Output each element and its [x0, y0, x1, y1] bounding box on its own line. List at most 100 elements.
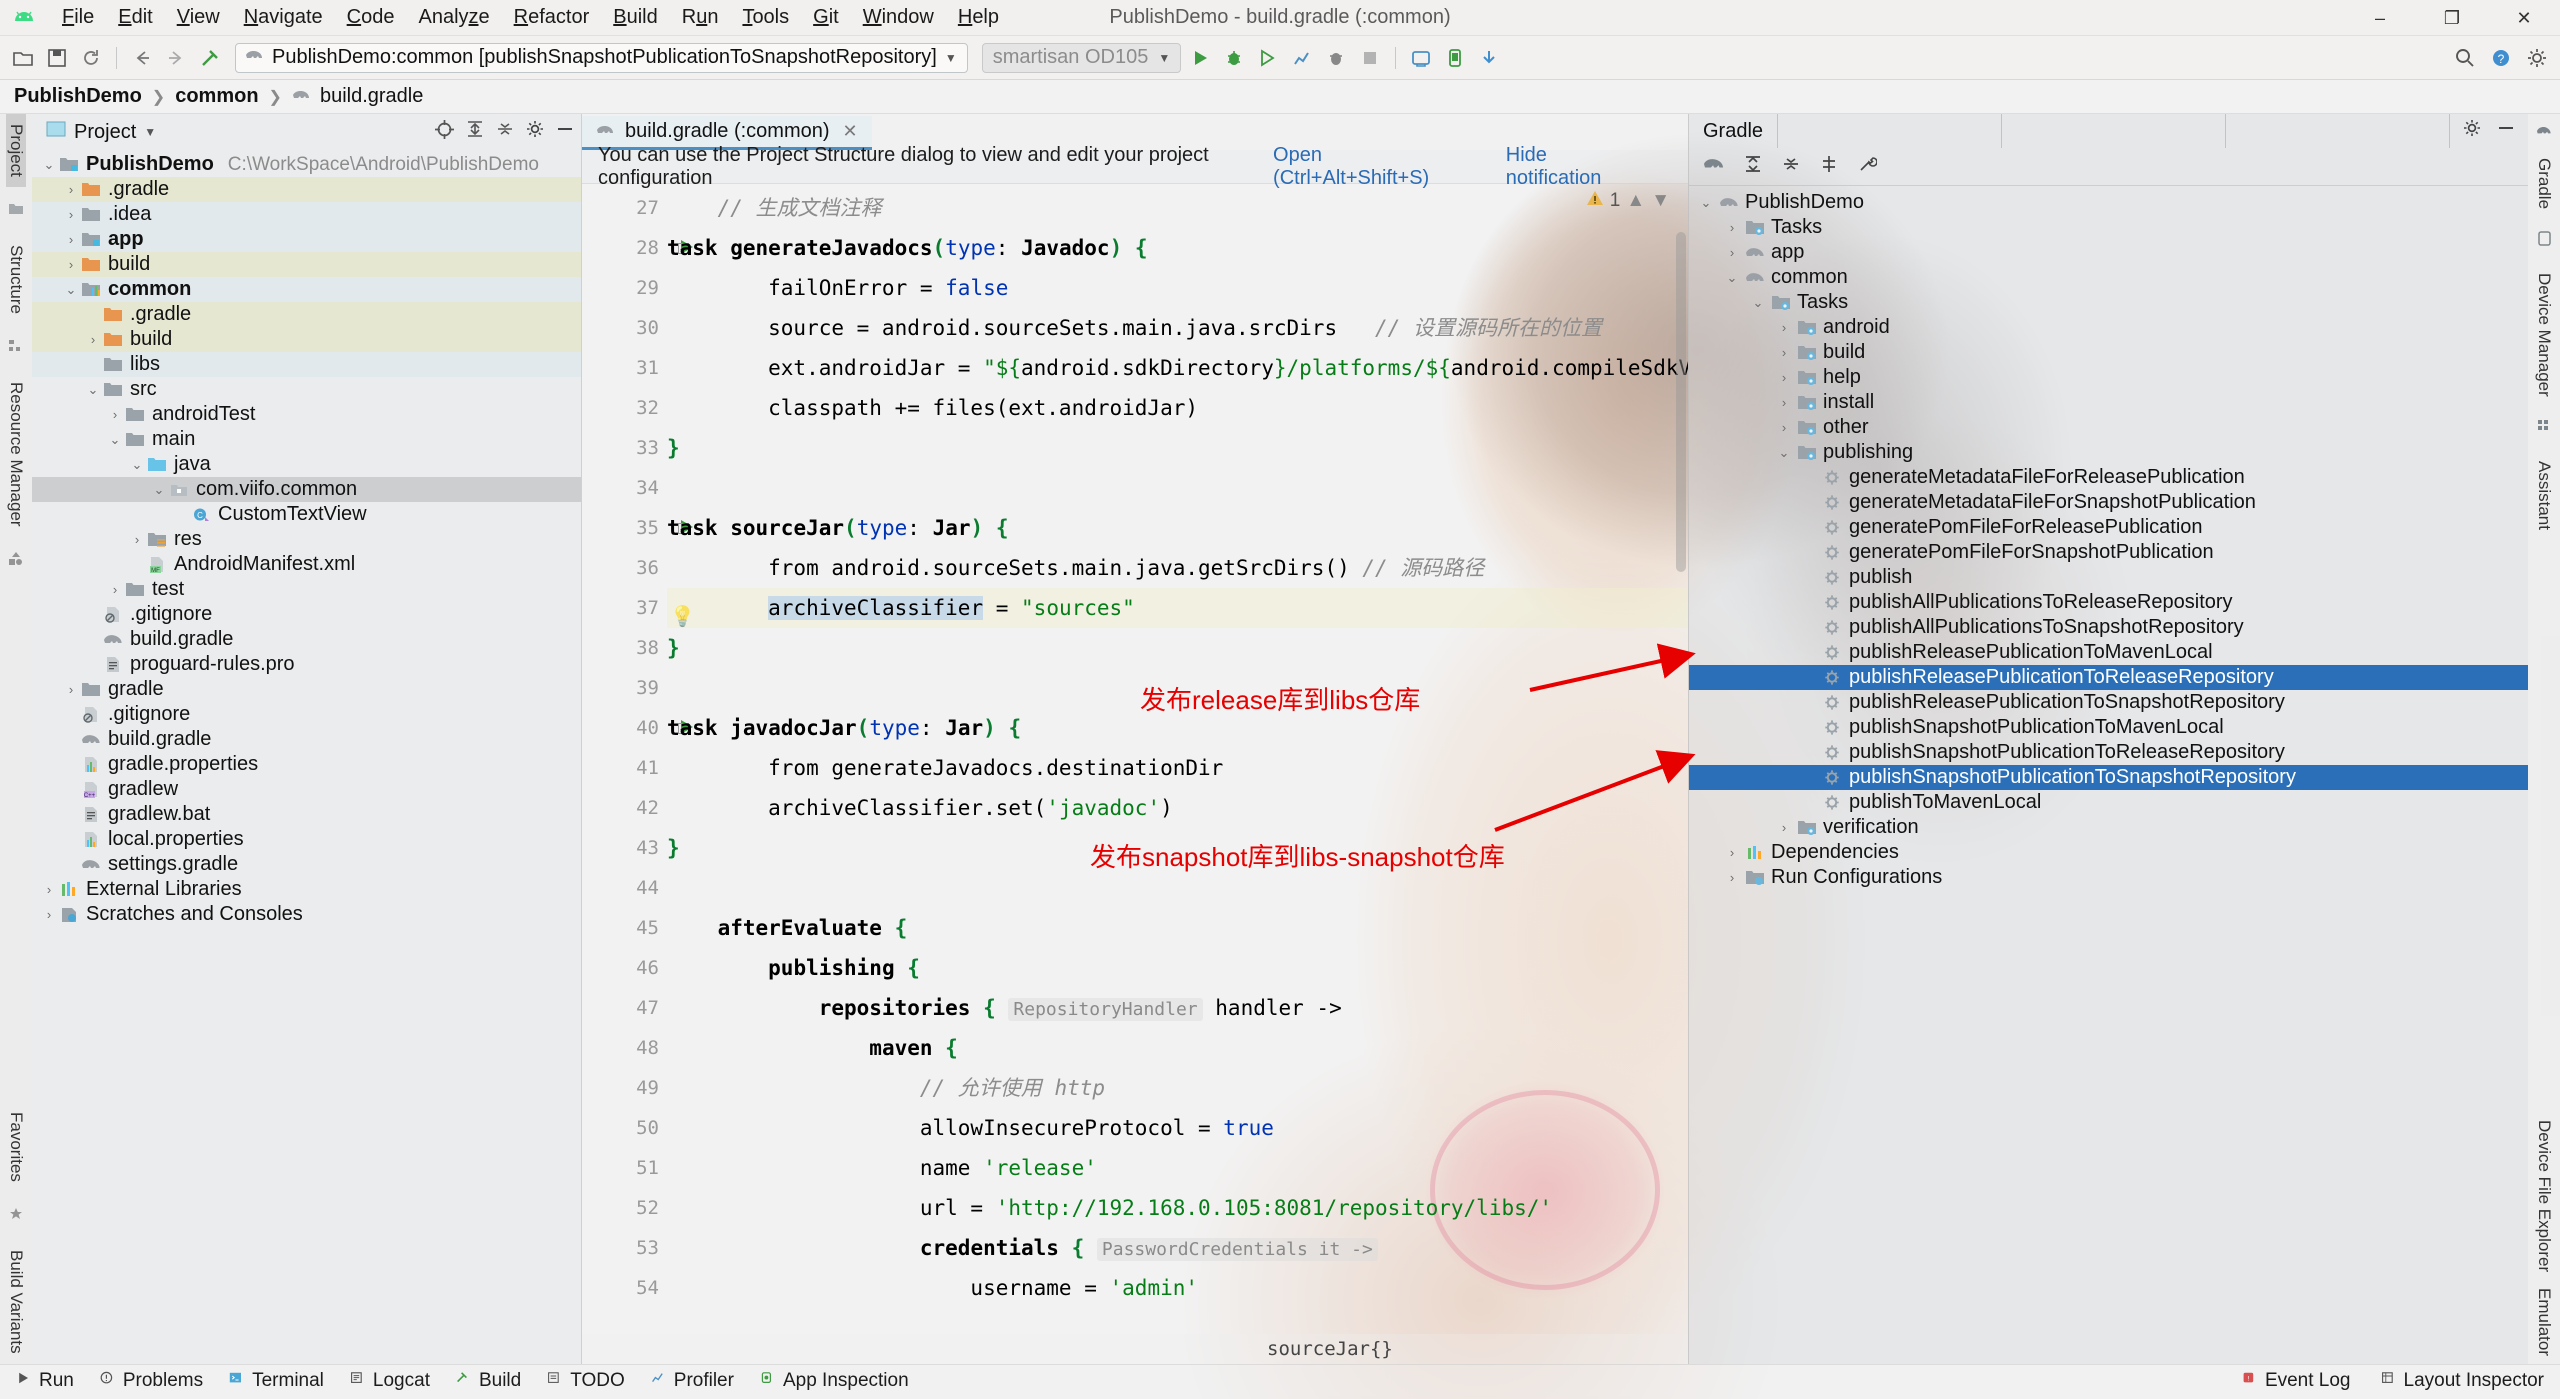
tool-tab-favorites[interactable]: Favorites [6, 1102, 26, 1192]
project-tree-item--gitignore[interactable]: .gitignore [32, 702, 581, 727]
wrench-icon[interactable] [1857, 154, 1878, 180]
project-tree-item-customtextview[interactable]: C CustomTextView [32, 502, 581, 527]
chevron-down-icon[interactable]: ▼ [1158, 51, 1170, 65]
project-tree-item-res[interactable]: › res [32, 527, 581, 552]
hide-panel-icon[interactable] [555, 119, 575, 145]
gradle-task-item-publishreleasepublicationtoreleaserepository[interactable]: publishReleasePublicationToReleaseReposi… [1689, 665, 2528, 690]
chevron-down-icon[interactable]: ⌄ [62, 282, 80, 298]
project-tree-item-main[interactable]: ⌄ main [32, 427, 581, 452]
project-tree-item-scratches-and-consoles[interactable]: › Scratches and Consoles [32, 902, 581, 927]
gradle-task-item-common[interactable]: ⌄ common [1689, 265, 2528, 290]
chevron-right-icon[interactable]: › [1773, 395, 1795, 410]
code-line-27[interactable]: // 生成文档注释 [667, 188, 1688, 228]
chevron-right-icon[interactable]: › [128, 532, 146, 547]
menu-window[interactable]: Window [851, 3, 946, 32]
chevron-right-icon[interactable]: › [1721, 870, 1743, 885]
chevron-down-icon[interactable]: ⌄ [150, 482, 168, 498]
chevron-down-icon[interactable]: ⌄ [1773, 445, 1795, 461]
code-line-53[interactable]: credentials { PasswordCredentials it -> [667, 1228, 1688, 1268]
tool-tab-assistant[interactable]: Assistant [2534, 453, 2554, 538]
expand-all-icon[interactable] [465, 119, 485, 145]
bottom-tab-problems[interactable]: Problems [100, 1370, 203, 1392]
gradle-task-item-publishallpublicationstosnapshotrepository[interactable]: publishAllPublicationsToSnapshotReposito… [1689, 615, 2528, 640]
chevron-down-icon[interactable]: ▼ [1651, 190, 1670, 212]
project-tree[interactable]: ⌄ PublishDemo C:\WorkSpace\Android\Publish… [32, 150, 581, 1364]
chevron-right-icon[interactable]: › [40, 882, 58, 897]
code-line-42[interactable]: archiveClassifier.set('javadoc') [667, 788, 1688, 828]
project-tree-item-settings-gradle[interactable]: settings.gradle [32, 852, 581, 877]
gradle-task-item-publishreleasepublicationtomavenlocal[interactable]: publishReleasePublicationToMavenLocal [1689, 640, 2528, 665]
code-line-52[interactable]: url = 'http://192.168.0.105:8081/reposit… [667, 1188, 1688, 1228]
project-tree-item-app[interactable]: › app [32, 227, 581, 252]
code-line-31[interactable]: ext.androidJar = "${android.sdkDirectory… [667, 348, 1688, 388]
gradle-task-item-publishallpublicationstoreleaserepository[interactable]: publishAllPublicationsToReleaseRepositor… [1689, 590, 2528, 615]
locate-icon[interactable] [434, 119, 455, 146]
window-maximize-button[interactable]: ❐ [2416, 0, 2488, 36]
project-tree-item-proguard-rules-pro[interactable]: proguard-rules.pro [32, 652, 581, 677]
sdk-manager-icon[interactable] [1406, 43, 1436, 73]
gradle-task-tree[interactable]: ⌄ PublishDemo › Tasks › app ⌄ common ⌄ Tasks › andr… [1689, 186, 2528, 1364]
build-hammer-icon[interactable] [195, 43, 225, 73]
code-line-35[interactable]: task sourceJar(type: Jar) { [667, 508, 1688, 548]
code-line-45[interactable]: afterEvaluate { [667, 908, 1688, 948]
chevron-right-icon[interactable]: › [1773, 420, 1795, 435]
tool-tab-emulator[interactable]: Emulator [2534, 1280, 2554, 1364]
project-tree-item--idea[interactable]: › .idea [32, 202, 581, 227]
chevron-down-icon[interactable]: ⌄ [1747, 295, 1769, 311]
chevron-right-icon[interactable]: › [106, 582, 124, 597]
project-tree-item-build-gradle[interactable]: build.gradle [32, 727, 581, 752]
open-folder-icon[interactable] [8, 43, 38, 73]
chevron-right-icon[interactable]: › [1721, 220, 1743, 235]
menu-build[interactable]: Build [601, 3, 669, 32]
filter-icon[interactable] [1819, 154, 1839, 180]
tool-tab-gradle[interactable]: Gradle [2534, 150, 2554, 217]
chevron-down-icon[interactable]: ⌄ [128, 457, 146, 473]
gradle-task-item-generatepomfileforsnapshotpublication[interactable]: generatePomFileForSnapshotPublication [1689, 540, 2528, 565]
forward-icon[interactable] [161, 43, 191, 73]
project-tree-item-androidtest[interactable]: › androidTest [32, 402, 581, 427]
chevron-right-icon[interactable]: › [62, 232, 80, 247]
chevron-down-icon[interactable]: ▼ [945, 51, 957, 65]
collapse-all-icon[interactable] [1781, 154, 1801, 180]
project-tree-item-androidmanifest-xml[interactable]: MF AndroidManifest.xml [32, 552, 581, 577]
code-line-33[interactable]: } [667, 428, 1688, 468]
menu-git[interactable]: Git [801, 3, 851, 32]
hide-notification-link[interactable]: Hide notification [1506, 144, 1636, 190]
chevron-right-icon[interactable]: › [1773, 820, 1795, 835]
project-tree-item--gitignore[interactable]: .gitignore [32, 602, 581, 627]
menu-analyze[interactable]: Analyze [406, 3, 501, 32]
project-tree-item-com-viifo-common[interactable]: ⌄ com.viifo.common [32, 477, 581, 502]
project-tree-item-test[interactable]: › test [32, 577, 581, 602]
chevron-down-icon[interactable]: ⌄ [106, 432, 124, 448]
gradle-task-item-publishsnapshotpublicationtosnapshotrepository[interactable]: publishSnapshotPublicationToSnapshotRepo… [1689, 765, 2528, 790]
chevron-right-icon[interactable]: › [1721, 845, 1743, 860]
run-configuration-selector[interactable]: PublishDemo:common [publishSnapshotPubli… [235, 42, 968, 73]
code-line-38[interactable]: } [667, 628, 1688, 668]
menu-run[interactable]: Run [670, 3, 731, 32]
project-tree-item-build[interactable]: › build [32, 327, 581, 352]
bottom-tab-event-log[interactable]: ! Event Log [2242, 1370, 2351, 1392]
chevron-right-icon[interactable]: › [62, 257, 80, 272]
code-line-47[interactable]: repositories { RepositoryHandler handler… [667, 988, 1688, 1028]
device-selector[interactable]: smartisan OD105 ▼ [981, 42, 1182, 73]
chevron-right-icon[interactable]: › [62, 682, 80, 697]
gradle-task-item-publishsnapshotpublicationtoreleaserepository[interactable]: publishSnapshotPublicationToReleaseRepos… [1689, 740, 2528, 765]
menu-file[interactable]: File [50, 3, 106, 32]
project-tree-item-gradle[interactable]: › gradle [32, 677, 581, 702]
code-line-54[interactable]: username = 'admin' [667, 1268, 1688, 1308]
avd-manager-icon[interactable] [1440, 43, 1470, 73]
bottom-tab-run[interactable]: Run [16, 1370, 74, 1392]
collapse-all-icon[interactable] [495, 119, 515, 145]
chevron-right-icon[interactable]: › [62, 207, 80, 222]
save-all-icon[interactable] [42, 43, 72, 73]
gradle-task-item-other[interactable]: › other [1689, 415, 2528, 440]
project-tree-item-java[interactable]: ⌄ java [32, 452, 581, 477]
menu-edit[interactable]: Edit [106, 3, 164, 32]
bottom-tab-todo[interactable]: TODO [547, 1370, 625, 1392]
gradle-task-item-verification[interactable]: › verification [1689, 815, 2528, 840]
gradle-task-item-generatepomfileforreleasepublication[interactable]: generatePomFileForReleasePublication [1689, 515, 2528, 540]
project-tree-item-common[interactable]: ⌄ common [32, 277, 581, 302]
chevron-down-icon[interactable]: ⌄ [84, 382, 102, 398]
line-number-gutter[interactable]: 27 28– 29 30 31 32 33 34 35– 36 37 💡 38 39 40– 41 42 43 44… [582, 184, 695, 1334]
gradle-elephant-icon[interactable] [1703, 155, 1725, 178]
